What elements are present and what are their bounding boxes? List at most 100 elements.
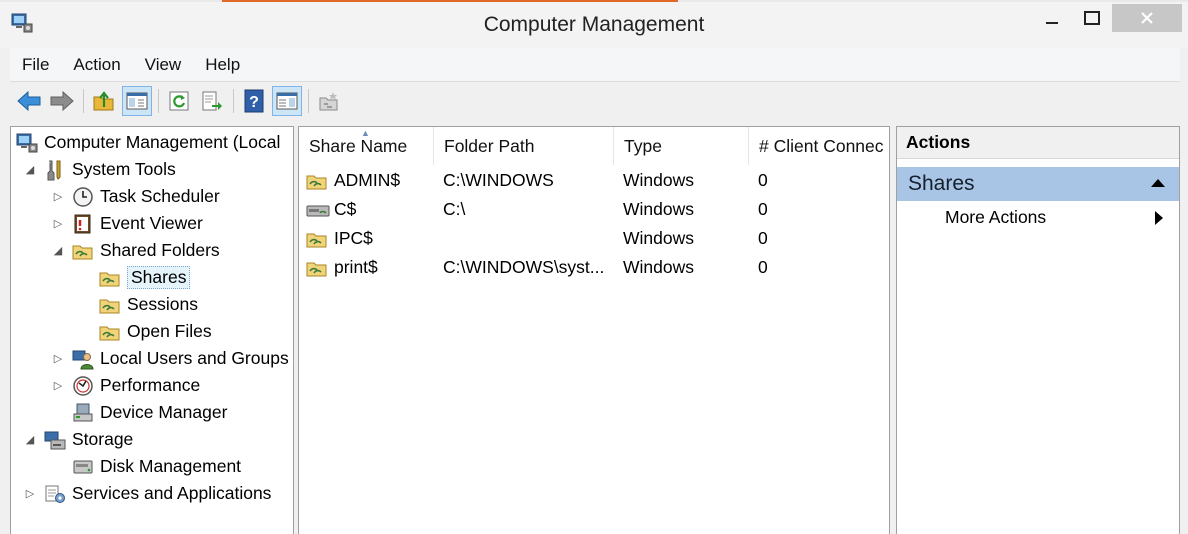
type-cell: Windows [623,257,694,277]
sort-ascending-icon: ▲ [361,128,370,138]
shares-list[interactable]: ▲ Share Name Folder Path Type # Client C… [298,126,890,534]
client-connections-cell: 0 [758,199,768,219]
column-header-label: Type [624,135,662,156]
back-button[interactable] [14,86,44,116]
tree-item-storage[interactable]: ◢ Storage [23,426,133,453]
minimize-button[interactable] [1030,4,1074,32]
tree-label: Shares [127,266,191,289]
column-header-label: Folder Path [444,135,535,156]
forward-button[interactable] [47,86,77,116]
tree-label: Storage [72,429,134,449]
disk-management-icon [71,456,95,478]
column-header-client-connections[interactable]: # Client Connec [749,127,889,165]
tree-item-system-tools[interactable]: ◢ System Tools [23,156,176,183]
minimize-icon [1046,22,1058,24]
console-tree[interactable]: Computer Management (Local ◢ System Tool… [10,126,294,534]
new-share-button[interactable] [314,86,344,116]
type-cell: Windows [623,199,694,219]
collapse-icon[interactable] [1151,179,1165,187]
menu-bar: File Action View Help [10,48,1180,82]
export-list-button[interactable] [197,86,227,116]
tree-item-performance[interactable]: ▷ Performance [51,372,200,399]
tree-label: Task Scheduler [100,186,220,206]
column-header-share-name[interactable]: ▲ Share Name [299,127,434,165]
column-header-label: Share Name [309,135,408,156]
toolbar: ? [10,83,1180,119]
client-connections-cell: 0 [758,257,768,277]
tree-label: Open Files [127,321,212,341]
actions-section-label: Shares [908,172,975,195]
share-name-cell: print$ [334,257,378,277]
tree-item-shared-folders[interactable]: ◢ Shared Folders [51,237,220,264]
actions-section-shares[interactable]: Shares [897,167,1179,201]
refresh-button[interactable] [164,86,194,116]
tree-label: Local Users and Groups [100,348,289,368]
close-button[interactable] [1112,4,1182,32]
tree-item-task-scheduler[interactable]: ▷ Task Scheduler [51,183,220,210]
table-row[interactable]: IPC$ Windows 0 [299,224,889,253]
tree-item-event-viewer[interactable]: ▷ Event Viewer [51,210,203,237]
back-arrow-icon [17,90,41,112]
share-name-cell: ADMIN$ [334,170,401,190]
shared-folder-icon [306,224,328,253]
table-row[interactable]: print$ C:\WINDOWS\syst... Windows 0 [299,253,889,282]
tree-item-open-files[interactable]: Open Files [98,318,212,345]
title-accent [222,0,678,2]
tree-label: Device Manager [100,402,228,422]
title-top-line [0,0,1188,2]
drive-share-icon [306,195,330,224]
share-name-cell: IPC$ [334,228,373,248]
menu-view[interactable]: View [133,55,194,75]
expanded-arrow-icon[interactable]: ◢ [51,244,65,257]
forward-arrow-icon [50,90,74,112]
menu-file[interactable]: File [10,55,61,75]
table-row[interactable]: C$ C:\ Windows 0 [299,195,889,224]
more-actions-item[interactable]: More Actions [945,207,1046,228]
tree-item-sessions[interactable]: Sessions [98,291,198,318]
tree-label: Services and Applications [72,483,272,503]
menu-action[interactable]: Action [61,55,132,75]
tree-item-services-applications[interactable]: ▷ Services and Applications [23,480,272,507]
collapsed-arrow-icon[interactable]: ▷ [51,379,65,392]
collapsed-arrow-icon[interactable]: ▷ [23,487,37,500]
help-button[interactable]: ? [239,86,269,116]
svg-text:?: ? [249,94,259,111]
column-header-folder-path[interactable]: Folder Path [434,127,614,165]
tree-item-root[interactable]: Computer Management (Local [15,129,280,156]
collapsed-arrow-icon[interactable]: ▷ [51,352,65,365]
share-name-cell: C$ [334,199,357,219]
tree-item-local-users-groups[interactable]: ▷ Local Users and Groups [51,345,289,372]
expanded-arrow-icon[interactable]: ◢ [23,433,37,446]
actions-header: Actions [897,127,1179,159]
table-row[interactable]: ADMIN$ C:\WINDOWS Windows 0 [299,166,889,195]
tree-label: System Tools [72,159,176,179]
tree-item-disk-management[interactable]: Disk Management [71,453,241,480]
tree-label: Shared Folders [100,240,220,260]
show-hide-console-tree-button[interactable] [122,86,152,116]
maximize-button[interactable] [1070,4,1114,32]
toolbar-separator [158,89,159,113]
column-header-type[interactable]: Type [614,127,749,165]
actions-pane: Actions Shares More Actions [896,126,1180,534]
collapsed-arrow-icon[interactable]: ▷ [51,190,65,203]
menu-help[interactable]: Help [193,55,252,75]
tree-item-device-manager[interactable]: Device Manager [71,399,227,426]
tree-label: Disk Management [100,456,242,476]
type-cell: Windows [623,228,694,248]
system-tools-icon [43,159,67,181]
shared-folder-icon [98,294,122,316]
device-manager-icon [71,402,95,424]
submenu-arrow-icon[interactable] [1155,211,1163,225]
tree-item-shares[interactable]: Shares [98,264,191,291]
show-hide-action-pane-button[interactable] [272,86,302,116]
users-icon [71,348,95,370]
folder-path-cell: C:\WINDOWS [443,170,554,190]
folder-up-icon [93,91,114,111]
export-list-icon [202,91,222,111]
toolbar-separator [233,89,234,113]
performance-icon [71,375,95,397]
expanded-arrow-icon[interactable]: ◢ [23,163,37,176]
up-one-level-button[interactable] [89,86,119,116]
tree-label: Event Viewer [100,213,203,233]
collapsed-arrow-icon[interactable]: ▷ [51,217,65,230]
